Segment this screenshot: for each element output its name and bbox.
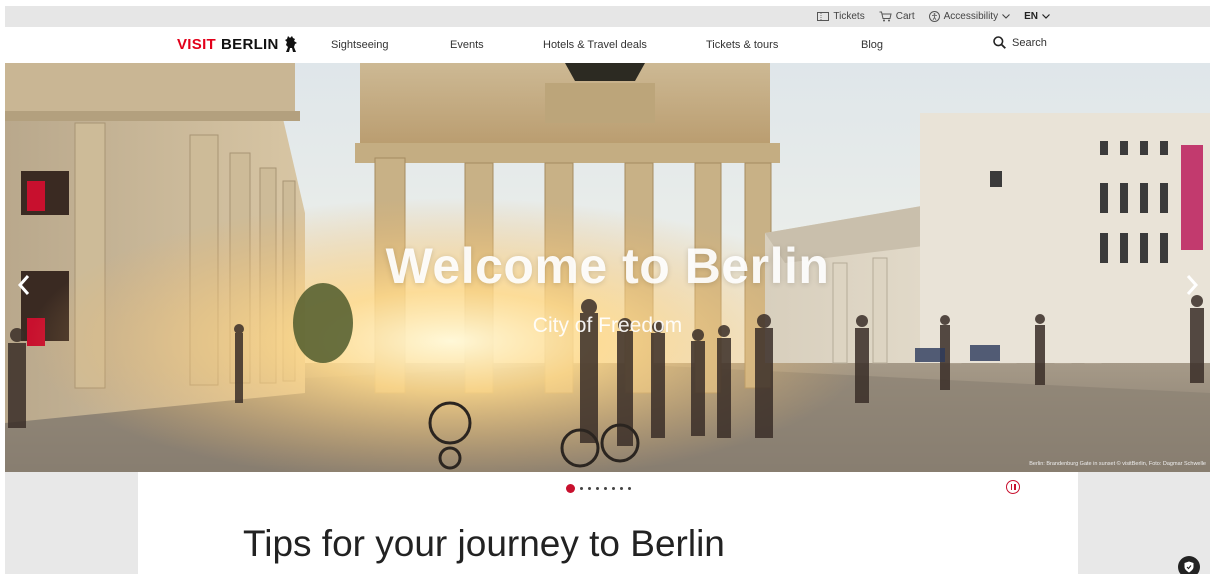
slider-dot[interactable] <box>612 487 615 490</box>
nav-events[interactable]: Events <box>450 39 484 51</box>
ticket-icon <box>817 12 830 21</box>
bear-icon <box>284 36 297 52</box>
slider-dot[interactable] <box>596 487 599 490</box>
search-button[interactable]: Search <box>993 36 1047 49</box>
accessibility-label: Accessibility <box>943 11 999 22</box>
search-icon <box>993 36 1006 49</box>
pause-icon-bar <box>1014 484 1016 490</box>
logo-berlin-text: BERLIN <box>221 36 279 53</box>
chevron-down-icon <box>1002 14 1010 19</box>
main-navigation: VISIT BERLIN Sightseeing Events Hotels &… <box>5 27 1210 63</box>
utility-bar: Tickets Cart Accessibility EN <box>5 6 1210 27</box>
accessibility-icon <box>928 11 940 22</box>
tickets-link[interactable]: Tickets <box>817 11 865 22</box>
content-side-left <box>5 472 138 574</box>
language-selector[interactable]: EN <box>1024 11 1050 22</box>
nav-blog[interactable]: Blog <box>861 39 883 51</box>
tickets-label: Tickets <box>833 11 865 22</box>
section-title: Tips for your journey to Berlin <box>243 523 725 564</box>
cart-link[interactable]: Cart <box>879 11 915 22</box>
chevron-right-icon[interactable] <box>1181 267 1203 303</box>
language-label: EN <box>1024 11 1038 22</box>
photo-caption: Berlin: Brandenburg Gate in sunset © vis… <box>1029 461 1206 467</box>
search-label: Search <box>1012 36 1047 49</box>
slider-dot[interactable] <box>580 487 583 490</box>
hero-title: Welcome to Berlin <box>385 238 830 294</box>
hero-subtitle: City of Freedom <box>532 314 683 337</box>
utility-links: Tickets Cart Accessibility EN <box>817 6 1050 27</box>
hero-slider: Welcome to Berlin City of Freedom Berlin… <box>5 63 1210 472</box>
privacy-settings-button[interactable] <box>1178 556 1200 574</box>
slider-dot[interactable] <box>628 487 631 490</box>
slider-pagination <box>566 484 631 493</box>
chevron-left-icon[interactable] <box>13 267 35 303</box>
visit-berlin-logo[interactable]: VISIT BERLIN <box>177 35 298 54</box>
slider-dot[interactable] <box>566 484 575 493</box>
accessibility-menu[interactable]: Accessibility <box>928 11 1010 22</box>
cart-icon <box>879 11 892 22</box>
slider-dot[interactable] <box>588 487 591 490</box>
slider-dot[interactable] <box>620 487 623 490</box>
pause-icon <box>1010 484 1012 490</box>
cart-label: Cart <box>895 11 915 22</box>
slider-dot[interactable] <box>604 487 607 490</box>
nav-sightseeing[interactable]: Sightseeing <box>331 39 389 51</box>
shield-icon <box>1184 561 1194 573</box>
nav-tickets-tours[interactable]: Tickets & tours <box>706 39 778 51</box>
logo-visit-text: VISIT <box>177 36 217 53</box>
pause-button[interactable] <box>1006 480 1020 494</box>
chevron-down-icon <box>1042 14 1050 19</box>
nav-hotels-travel-deals[interactable]: Hotels & Travel deals <box>543 39 647 51</box>
